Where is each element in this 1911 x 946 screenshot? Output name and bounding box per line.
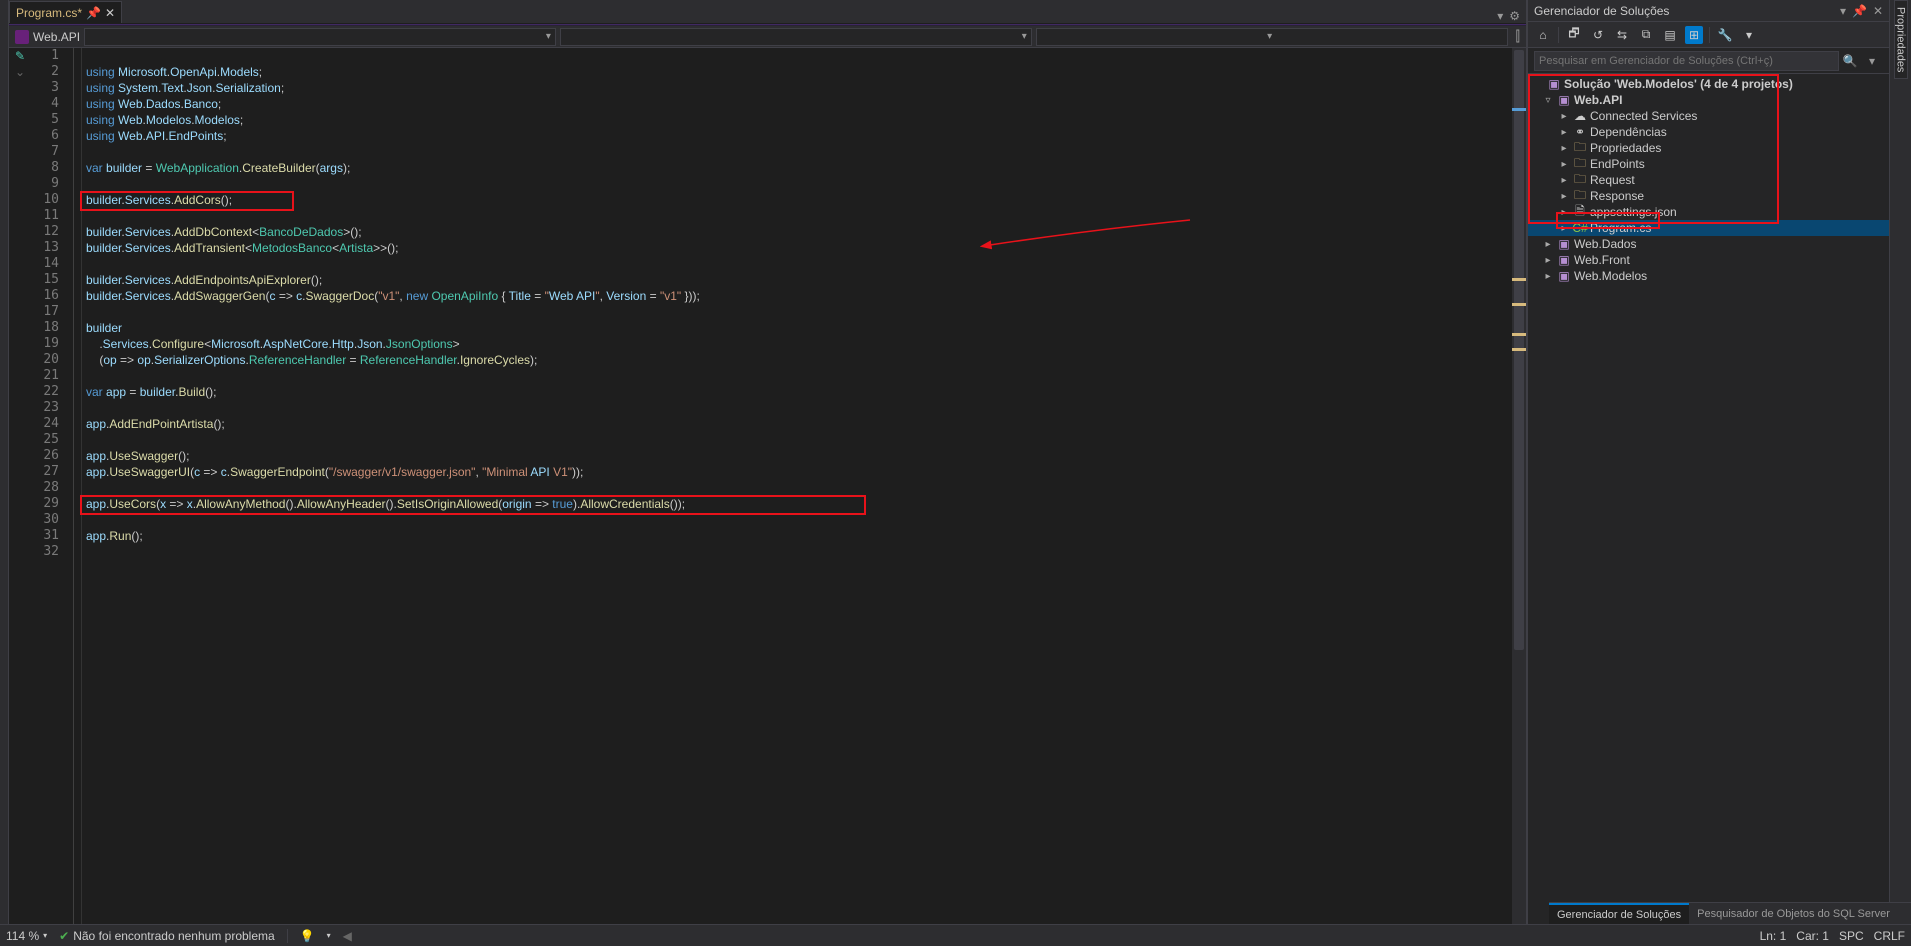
left-collapsed-gutter: [0, 0, 9, 946]
line-indicator[interactable]: Ln: 1: [1760, 929, 1787, 943]
solution-icon: ▣: [1546, 77, 1562, 91]
pin-icon[interactable]: 📌: [1852, 4, 1867, 18]
node-program-cs[interactable]: ▸ C# Program.cs: [1528, 220, 1889, 236]
split-icon[interactable]: ⫿: [1516, 28, 1520, 45]
right-panel-tabs: Gerenciador de Soluções Pesquisador de O…: [1549, 902, 1911, 924]
tab-label: Program.cs*: [16, 6, 82, 20]
solution-search-input[interactable]: [1534, 51, 1839, 71]
solution-root-label: Solução 'Web.Modelos' (4 de 4 projetos): [1564, 77, 1793, 91]
csharp-project-icon: [15, 30, 29, 44]
csharp-project-icon: ▣: [1556, 237, 1572, 251]
copy-icon[interactable]: ⧉: [1637, 26, 1655, 44]
chevron-left-icon[interactable]: ◀: [343, 929, 352, 943]
properties-icon[interactable]: 🔧: [1716, 26, 1734, 44]
properties-collapsed-tab[interactable]: Propriedades: [1889, 0, 1911, 946]
eol-indicator[interactable]: CRLF: [1874, 929, 1905, 943]
properties-tab-label: Propriedades: [1894, 0, 1908, 79]
project-web-modelos[interactable]: ▸ ▣ Web.Modelos: [1528, 268, 1889, 284]
csharp-project-icon: ▣: [1556, 269, 1572, 283]
project-label: Web.API: [1574, 93, 1622, 107]
indicator-margin: ✎ ⌄: [9, 48, 31, 946]
show-all-icon[interactable]: ▤: [1661, 26, 1679, 44]
code-context-bar: Web.API ▾ ▾ ▾ ⫿: [9, 26, 1526, 48]
panel-title-text: Gerenciador de Soluções: [1534, 4, 1840, 18]
switch-views-icon[interactable]: 🗗: [1565, 26, 1583, 44]
csharp-project-icon: ▣: [1556, 253, 1572, 267]
sync-icon[interactable]: ⇆: [1613, 26, 1631, 44]
solution-toolbar: ⌂ 🗗 ↺ ⇆ ⧉ ▤ ⊞ 🔧 ▾: [1528, 22, 1889, 48]
node-appsettings[interactable]: ▸ 🗎 appsettings.json: [1528, 204, 1889, 220]
project-web-api[interactable]: ▿ ▣ Web.API: [1528, 92, 1889, 108]
close-icon[interactable]: ✕: [1873, 4, 1883, 18]
project-name: Web.API: [33, 30, 80, 44]
member-dropdown[interactable]: ▾: [560, 28, 1032, 46]
close-icon[interactable]: ✕: [105, 6, 115, 20]
namespace-dropdown[interactable]: ▾: [84, 28, 556, 46]
status-bar: 114 % ▾ ✔ Não foi encontrado nenhum prob…: [0, 924, 1911, 946]
window-menu-icon[interactable]: ▾: [1840, 4, 1846, 18]
solution-explorer-title: Gerenciador de Soluções ▾ 📌 ✕: [1528, 0, 1889, 22]
project-context[interactable]: Web.API: [15, 30, 80, 44]
filter-icon[interactable]: ⊞: [1685, 26, 1703, 44]
csharp-project-icon: ▣: [1556, 93, 1572, 107]
search-dropdown-icon[interactable]: ▾: [1861, 54, 1883, 68]
project-web-front[interactable]: ▸ ▣ Web.Front: [1528, 252, 1889, 268]
solution-root[interactable]: ▶ ▣ Solução 'Web.Modelos' (4 de 4 projet…: [1528, 76, 1889, 92]
solution-tree[interactable]: ▶ ▣ Solução 'Web.Modelos' (4 de 4 projet…: [1528, 74, 1889, 946]
problems-indicator[interactable]: ✔ Não foi encontrado nenhum problema: [59, 929, 275, 943]
scope-dropdown[interactable]: ▾: [1036, 28, 1508, 46]
project-web-dados[interactable]: ▸ ▣ Web.Dados: [1528, 236, 1889, 252]
tab-solution-explorer[interactable]: Gerenciador de Soluções: [1549, 903, 1689, 924]
csharp-file-icon: C#: [1572, 221, 1588, 235]
document-tabbar: Program.cs* 📌 ✕ ▾ ⚙: [9, 0, 1526, 24]
history-back-icon[interactable]: ↺: [1589, 26, 1607, 44]
pin-icon[interactable]: 📌: [86, 6, 101, 20]
outline-margin: [67, 48, 81, 946]
tab-overflow-dropdown-icon[interactable]: ▾: [1497, 9, 1503, 23]
check-circle-icon: ✔: [59, 929, 69, 943]
tab-program-cs[interactable]: Program.cs* 📌 ✕: [9, 1, 122, 23]
solution-search-row: 🔍 ▾: [1528, 48, 1889, 74]
line-number-gutter: 1234567891011121314151617181920212223242…: [31, 48, 67, 946]
json-file-icon: 🗎: [1572, 205, 1588, 219]
preview-icon[interactable]: ▾: [1740, 26, 1758, 44]
code-editor[interactable]: using Microsoft.OpenApi.Models;using Sys…: [81, 48, 1512, 946]
gear-icon[interactable]: ⚙: [1509, 9, 1520, 23]
node-connected-services[interactable]: ▸ ☁ Connected Services: [1528, 108, 1889, 124]
home-icon[interactable]: ⌂: [1534, 26, 1552, 44]
search-icon[interactable]: 🔍: [1839, 54, 1861, 68]
col-indicator[interactable]: Car: 1: [1796, 929, 1829, 943]
indent-indicator[interactable]: SPC: [1839, 929, 1864, 943]
zoom-level[interactable]: 114 % ▾: [6, 929, 47, 943]
connected-services-icon: ☁: [1572, 109, 1588, 123]
spray-icon[interactable]: 💡: [300, 929, 315, 943]
vertical-scrollbar[interactable]: ▲ ▼: [1512, 48, 1526, 946]
tab-sql-object-explorer[interactable]: Pesquisador de Objetos do SQL Server: [1689, 903, 1898, 924]
